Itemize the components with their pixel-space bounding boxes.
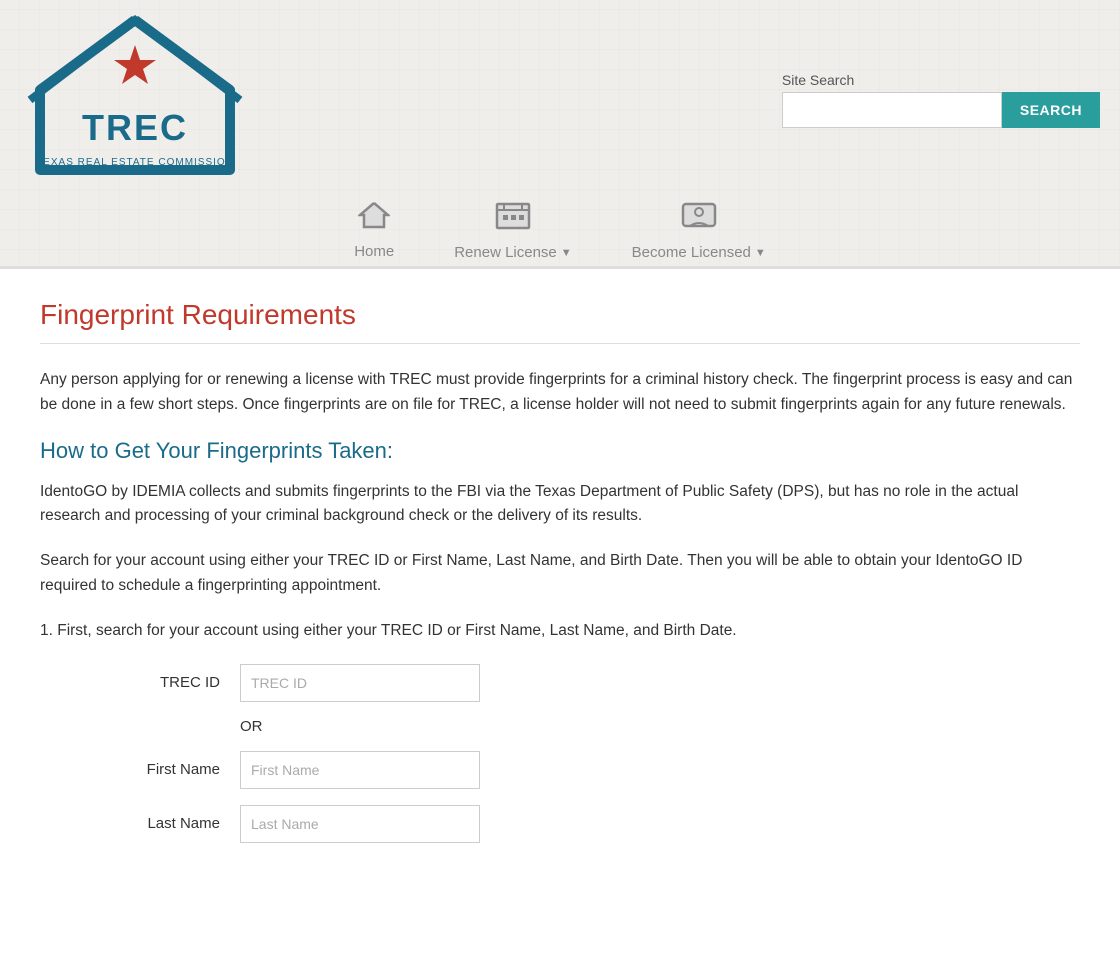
search-label: Site Search	[782, 72, 854, 88]
nav-label-home: Home	[354, 243, 394, 260]
nav-item-home[interactable]: Home	[354, 201, 394, 260]
last-name-row: Last Name	[40, 805, 1080, 843]
become-licensed-chevron: ▼	[755, 247, 766, 259]
svg-text:TREC: TREC	[82, 107, 188, 148]
identogo-paragraph: IdentoGO by IDEMIA collects and submits …	[40, 480, 1080, 530]
renew-license-chevron: ▼	[561, 247, 572, 259]
nav-label-renew-license: Renew License ▼	[454, 244, 571, 261]
title-divider	[40, 343, 1080, 344]
or-text: OR	[240, 718, 263, 735]
logo-area: TREC TEXAS REAL ESTATE COMMISSION	[20, 10, 250, 185]
header-top: TREC TEXAS REAL ESTATE COMMISSION Site S…	[0, 0, 1120, 185]
last-name-label: Last Name	[40, 815, 240, 832]
search-row: SEARCH	[782, 92, 1100, 128]
page-title: Fingerprint Requirements	[40, 299, 1080, 331]
or-row: OR	[40, 718, 1080, 735]
section-title: How to Get Your Fingerprints Taken:	[40, 438, 1080, 464]
nav-bar: Home Renew License ▼	[0, 190, 1120, 269]
search-instructions: Search for your account using either you…	[40, 549, 1080, 599]
search-input[interactable]	[782, 92, 1002, 128]
step1-text: 1. First, search for your account using …	[40, 619, 1080, 644]
home-icon	[358, 201, 390, 237]
first-name-row: First Name	[40, 751, 1080, 789]
trec-id-input[interactable]	[240, 664, 480, 702]
nav-label-become-licensed: Become Licensed ▼	[632, 244, 766, 261]
main-content: Fingerprint Requirements Any person appl…	[0, 269, 1120, 969]
nav-item-become-licensed[interactable]: Become Licensed ▼	[632, 200, 766, 261]
search-area: Site Search SEARCH	[782, 72, 1100, 128]
search-button[interactable]: SEARCH	[1002, 92, 1100, 128]
become-licensed-icon	[681, 200, 717, 238]
trec-id-row: TREC ID	[40, 664, 1080, 702]
form-area: TREC ID OR First Name Last Name	[40, 664, 1080, 843]
renew-license-icon	[495, 200, 531, 238]
header: TREC TEXAS REAL ESTATE COMMISSION Site S…	[0, 0, 1120, 269]
trec-id-label: TREC ID	[40, 674, 240, 691]
intro-paragraph: Any person applying for or renewing a li…	[40, 368, 1080, 418]
first-name-input[interactable]	[240, 751, 480, 789]
svg-text:TEXAS REAL ESTATE COMMISSION: TEXAS REAL ESTATE COMMISSION	[36, 157, 234, 168]
first-name-label: First Name	[40, 761, 240, 778]
trec-logo: TREC TEXAS REAL ESTATE COMMISSION	[20, 10, 250, 185]
last-name-input[interactable]	[240, 805, 480, 843]
nav-item-renew-license[interactable]: Renew License ▼	[454, 200, 571, 261]
